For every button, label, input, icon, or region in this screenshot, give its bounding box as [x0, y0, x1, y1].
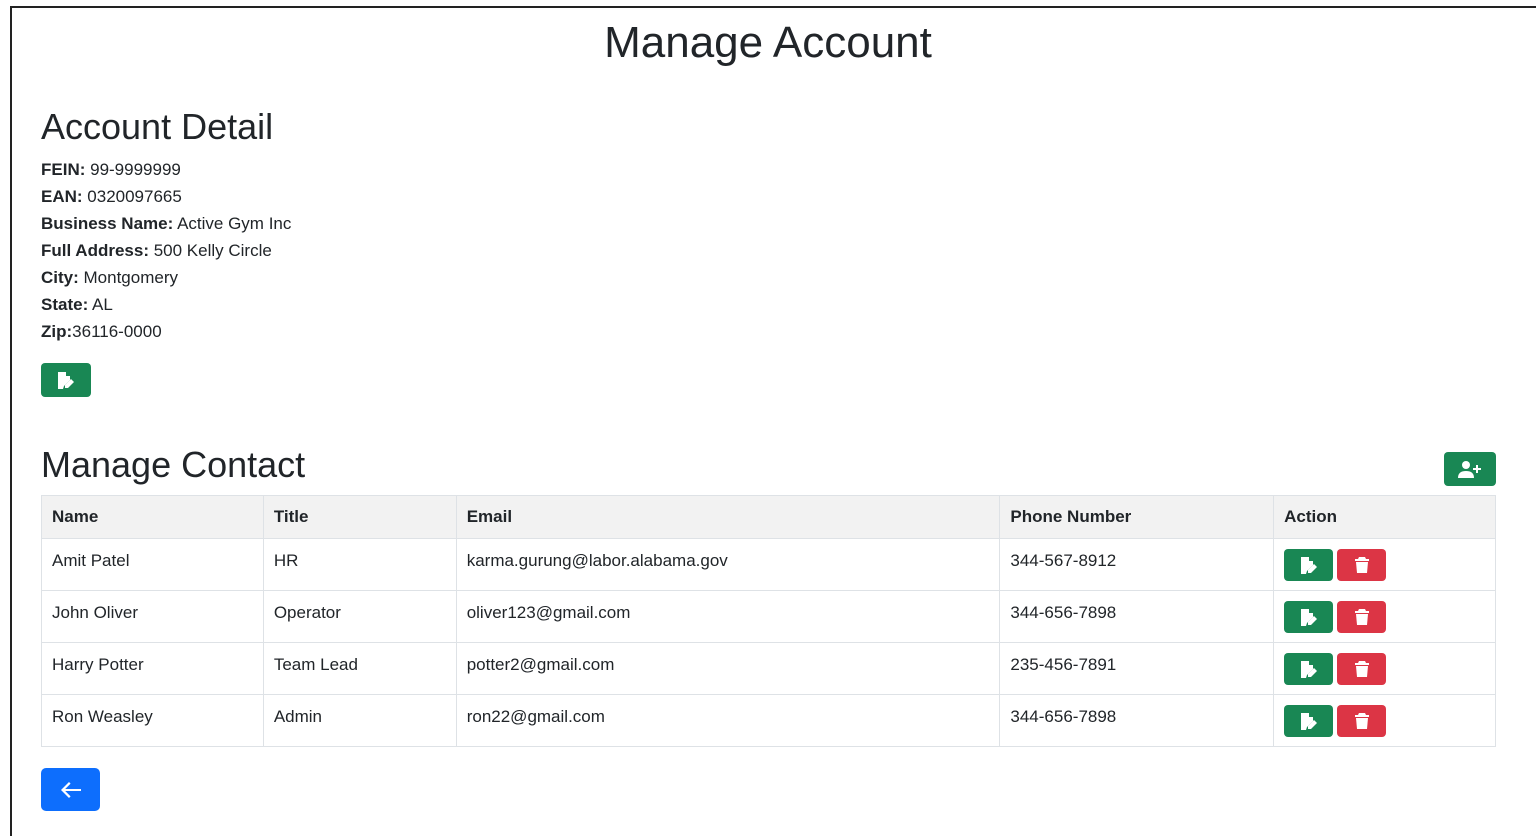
cell-actions	[1273, 642, 1496, 695]
cell-phone: 344-656-7898	[999, 590, 1275, 643]
cell-actions	[1273, 590, 1496, 643]
page-title: Manage Account	[604, 18, 932, 67]
column-header-name: Name	[41, 495, 264, 539]
column-header-action: Action	[1273, 495, 1496, 539]
cell-name: Ron Weasley	[41, 694, 264, 747]
cell-title: Team Lead	[262, 642, 457, 695]
cell-email: oliver123@gmail.com	[455, 590, 1001, 643]
edit-contact-button[interactable]	[1284, 549, 1334, 581]
table-header-row: Name Title Email Phone Number Action	[41, 495, 1496, 539]
detail-full-address: Full Address: 500 Kelly Circle	[41, 241, 272, 260]
trash-icon	[1354, 557, 1369, 573]
trash-icon	[1354, 609, 1369, 625]
detail-city: City: Montgomery	[41, 268, 178, 287]
manage-contact-heading: Manage Contact	[41, 444, 306, 485]
cell-phone: 235-456-7891	[999, 642, 1275, 695]
column-header-phone: Phone Number	[999, 495, 1275, 539]
edit-contact-button[interactable]	[1284, 653, 1334, 685]
edit-icon	[58, 372, 74, 389]
trash-icon	[1354, 661, 1369, 677]
add-contact-button[interactable]	[1444, 452, 1496, 486]
account-detail-list: FEIN: 99-9999999 EAN: 0320097665 Busines…	[41, 158, 291, 347]
edit-contact-button[interactable]	[1284, 601, 1334, 633]
cell-title: Admin	[262, 694, 457, 747]
edit-icon	[1300, 713, 1317, 730]
cell-email: karma.gurung@labor.alabama.gov	[455, 538, 1001, 591]
edit-account-button[interactable]	[41, 363, 91, 397]
column-header-title: Title	[262, 495, 457, 539]
column-header-email: Email	[455, 495, 1001, 539]
detail-state: State: AL	[41, 295, 113, 314]
table-row: John Oliver Operator oliver123@gmail.com…	[41, 590, 1496, 643]
detail-fein: FEIN: 99-9999999	[41, 160, 181, 179]
delete-contact-button[interactable]	[1337, 601, 1387, 633]
edit-icon	[1300, 557, 1317, 574]
account-detail-heading: Account Detail	[41, 106, 274, 147]
edit-icon	[1300, 609, 1317, 626]
cell-actions	[1273, 694, 1496, 747]
detail-ean: EAN: 0320097665	[41, 187, 182, 206]
delete-contact-button[interactable]	[1337, 653, 1387, 685]
arrow-left-icon	[60, 781, 81, 798]
cell-actions	[1273, 538, 1496, 591]
cell-email: potter2@gmail.com	[455, 642, 1001, 695]
cell-title: Operator	[262, 590, 457, 643]
delete-contact-button[interactable]	[1337, 549, 1387, 581]
back-button[interactable]	[41, 768, 100, 811]
detail-business-name: Business Name: Active Gym Inc	[41, 214, 292, 233]
cell-title: HR	[262, 538, 457, 591]
edit-contact-button[interactable]	[1284, 705, 1334, 737]
cell-name: Amit Patel	[41, 538, 264, 591]
cell-email: ron22@gmail.com	[455, 694, 1001, 747]
cell-phone: 344-656-7898	[999, 694, 1275, 747]
detail-zip: Zip:36116-0000	[41, 322, 162, 341]
table-row: Harry Potter Team Lead potter2@gmail.com…	[41, 642, 1496, 695]
contacts-table: Name Title Email Phone Number Action Ami…	[41, 495, 1496, 747]
cell-phone: 344-567-8912	[999, 538, 1275, 591]
edit-icon	[1300, 661, 1317, 678]
cell-name: Harry Potter	[41, 642, 264, 695]
table-row: Ron Weasley Admin ron22@gmail.com 344-65…	[41, 694, 1496, 747]
cell-name: John Oliver	[41, 590, 264, 643]
trash-icon	[1354, 713, 1369, 729]
user-plus-icon	[1458, 461, 1481, 478]
delete-contact-button[interactable]	[1337, 705, 1387, 737]
table-row: Amit Patel HR karma.gurung@labor.alabama…	[41, 538, 1496, 591]
